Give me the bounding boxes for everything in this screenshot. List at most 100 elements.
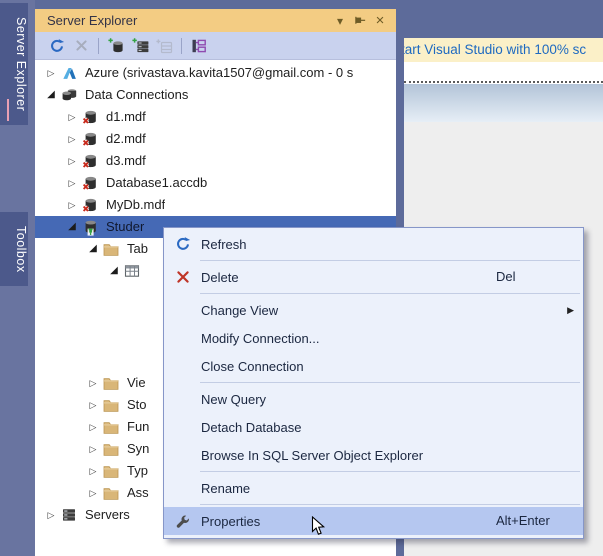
- pin-icon[interactable]: [350, 12, 370, 30]
- menu-item-browse-in-sql-server-object-explorer[interactable]: Browse In SQL Server Object Explorer: [164, 441, 583, 469]
- tree-item-label: Data Connections: [85, 87, 189, 102]
- servers-icon: [59, 507, 79, 523]
- expand-arrow-icon[interactable]: ▷: [64, 194, 80, 216]
- menu-item-refresh[interactable]: Refresh: [164, 230, 583, 258]
- tree-item-label: Azure (srivastava.kavita1507@gmail.com -…: [85, 65, 354, 80]
- sidebar-tab-server-explorer[interactable]: Server Explorer: [0, 3, 28, 125]
- folder-icon: [101, 420, 121, 435]
- tree-item-label: Vie: [127, 375, 146, 390]
- tree-item-d2-mdf[interactable]: ▷ d2.mdf: [35, 128, 396, 150]
- add-connection-button: [152, 35, 176, 57]
- tree-item-mydb-mdf[interactable]: ▷ MyDb.mdf: [35, 194, 396, 216]
- database-error-icon: [80, 197, 100, 214]
- menu-item-label: Detach Database: [201, 419, 302, 435]
- menu-item-label: New Query: [201, 391, 267, 407]
- sidebar-tab-toolbox[interactable]: Toolbox: [0, 212, 28, 286]
- menu-item-change-view[interactable]: Change View ▶: [164, 296, 583, 324]
- collapse-arrow-icon[interactable]: ◢: [64, 216, 80, 238]
- folder-icon: [101, 242, 121, 257]
- folder-icon: [101, 398, 121, 413]
- connect-database-button[interactable]: [104, 35, 128, 57]
- expand-arrow-icon[interactable]: ▷: [85, 460, 101, 482]
- tree-item-label: Sto: [127, 397, 147, 412]
- tree-item-d1-mdf[interactable]: ▷ d1.mdf: [35, 106, 396, 128]
- data-connections-icon: [59, 87, 79, 103]
- panel-title: Server Explorer: [47, 13, 138, 28]
- sidebar-tab-label: Toolbox: [14, 225, 28, 273]
- expand-arrow-icon[interactable]: ▷: [85, 416, 101, 438]
- mouse-cursor-icon: [311, 515, 326, 542]
- sidebar-tab-label: Server Explorer: [14, 16, 28, 112]
- expand-arrow-icon[interactable]: ▷: [64, 172, 80, 194]
- stop-refresh-button: [69, 35, 93, 57]
- side-tab-strip: Server Explorer Toolbox: [0, 0, 35, 556]
- collapse-arrow-icon[interactable]: ◢: [85, 238, 101, 260]
- connect-server-button[interactable]: [128, 35, 152, 57]
- refresh-button[interactable]: [45, 35, 69, 57]
- tree-item-label: d2.mdf: [106, 131, 146, 146]
- tree-item-label: Typ: [127, 463, 148, 478]
- menu-item-detach-database[interactable]: Detach Database: [164, 413, 583, 441]
- collapse-arrow-icon[interactable]: ◢: [106, 260, 122, 282]
- tree-item-data-connections[interactable]: ◢ Data Connections: [35, 84, 396, 106]
- tree-item-label: Servers: [85, 507, 130, 522]
- window-position-icon[interactable]: ▾: [330, 12, 350, 30]
- menu-item-label: Change View: [201, 302, 279, 318]
- context-menu: Refresh Delete Del Change View ▶ Modify Conne…: [163, 227, 584, 539]
- notification-bar: tart Visual Studio with 100% sc: [404, 38, 603, 62]
- collapse-arrow-icon[interactable]: ◢: [43, 84, 59, 106]
- menu-item-delete[interactable]: Delete Del: [164, 263, 583, 291]
- tree-item-label: Studer: [106, 219, 145, 234]
- tree-item-label: d1.mdf: [106, 109, 146, 124]
- folder-icon: [101, 486, 121, 501]
- tree-item-d3-mdf[interactable]: ▷ d3.mdf: [35, 150, 396, 172]
- menu-item-new-query[interactable]: New Query: [164, 385, 583, 413]
- tree-item-label: Fun: [127, 419, 150, 434]
- tree-item-label: MyDb.mdf: [106, 197, 166, 212]
- tree-item-label: Ass: [127, 485, 149, 500]
- expand-arrow-icon[interactable]: ▷: [64, 106, 80, 128]
- submenu-arrow-icon: ▶: [567, 305, 574, 315]
- menu-item-shortcut: Del: [496, 269, 516, 284]
- azure-icon: [59, 66, 79, 81]
- expand-arrow-icon[interactable]: ▷: [64, 128, 80, 150]
- folder-icon: [101, 442, 121, 457]
- toolbar-separator: [98, 37, 99, 54]
- toolbar-separator: [181, 37, 182, 54]
- expand-arrow-icon[interactable]: ▷: [43, 504, 59, 526]
- menu-item-label: Browse In SQL Server Object Explorer: [201, 447, 424, 463]
- tree-item-azure-srivastava-kavita1507-gmail-com-0-s[interactable]: ▷ Azure (srivastava.kavita1507@gmail.com …: [35, 62, 396, 84]
- menu-item-close-connection[interactable]: Close Connection: [164, 352, 583, 380]
- database-error-icon: [80, 131, 100, 148]
- document-header-gradient: [404, 84, 603, 122]
- menu-separator: [200, 471, 580, 472]
- menu-item-shortcut: Alt+Enter: [496, 513, 550, 528]
- tree-item-label: Tab: [127, 241, 148, 256]
- tree-item-database1-accdb[interactable]: ▷ Database1.accdb: [35, 172, 396, 194]
- menu-separator: [200, 293, 580, 294]
- menu-separator: [200, 260, 580, 261]
- expand-arrow-icon[interactable]: ▷: [85, 438, 101, 460]
- panel-toolbar: [35, 32, 396, 60]
- menu-separator: [200, 382, 580, 383]
- expand-arrow-icon[interactable]: ▷: [64, 150, 80, 172]
- menu-item-label: Close Connection: [201, 358, 304, 374]
- menu-item-modify-connection[interactable]: Modify Connection...: [164, 324, 583, 352]
- menu-separator: [200, 504, 580, 505]
- expand-arrow-icon[interactable]: ▷: [43, 62, 59, 84]
- tree-item-label: Database1.accdb: [106, 175, 208, 190]
- close-icon[interactable]: ×: [370, 12, 390, 30]
- database-error-icon: [80, 153, 100, 170]
- expand-arrow-icon[interactable]: ▷: [85, 482, 101, 504]
- menu-item-properties[interactable]: Properties Alt+Enter: [164, 507, 583, 535]
- sql-object-explorer-button[interactable]: [187, 35, 211, 57]
- expand-arrow-icon[interactable]: ▷: [85, 394, 101, 416]
- database-connected-icon: [80, 219, 100, 236]
- expand-arrow-icon[interactable]: ▷: [85, 372, 101, 394]
- tree-item-label: Syn: [127, 441, 150, 456]
- panel-titlebar[interactable]: Server Explorer ▾ ×: [35, 9, 396, 32]
- menu-item-rename[interactable]: Rename: [164, 474, 583, 502]
- notification-text: tart Visual Studio with 100% sc: [404, 42, 587, 57]
- refresh-icon: [164, 236, 201, 252]
- table-icon: [122, 263, 142, 279]
